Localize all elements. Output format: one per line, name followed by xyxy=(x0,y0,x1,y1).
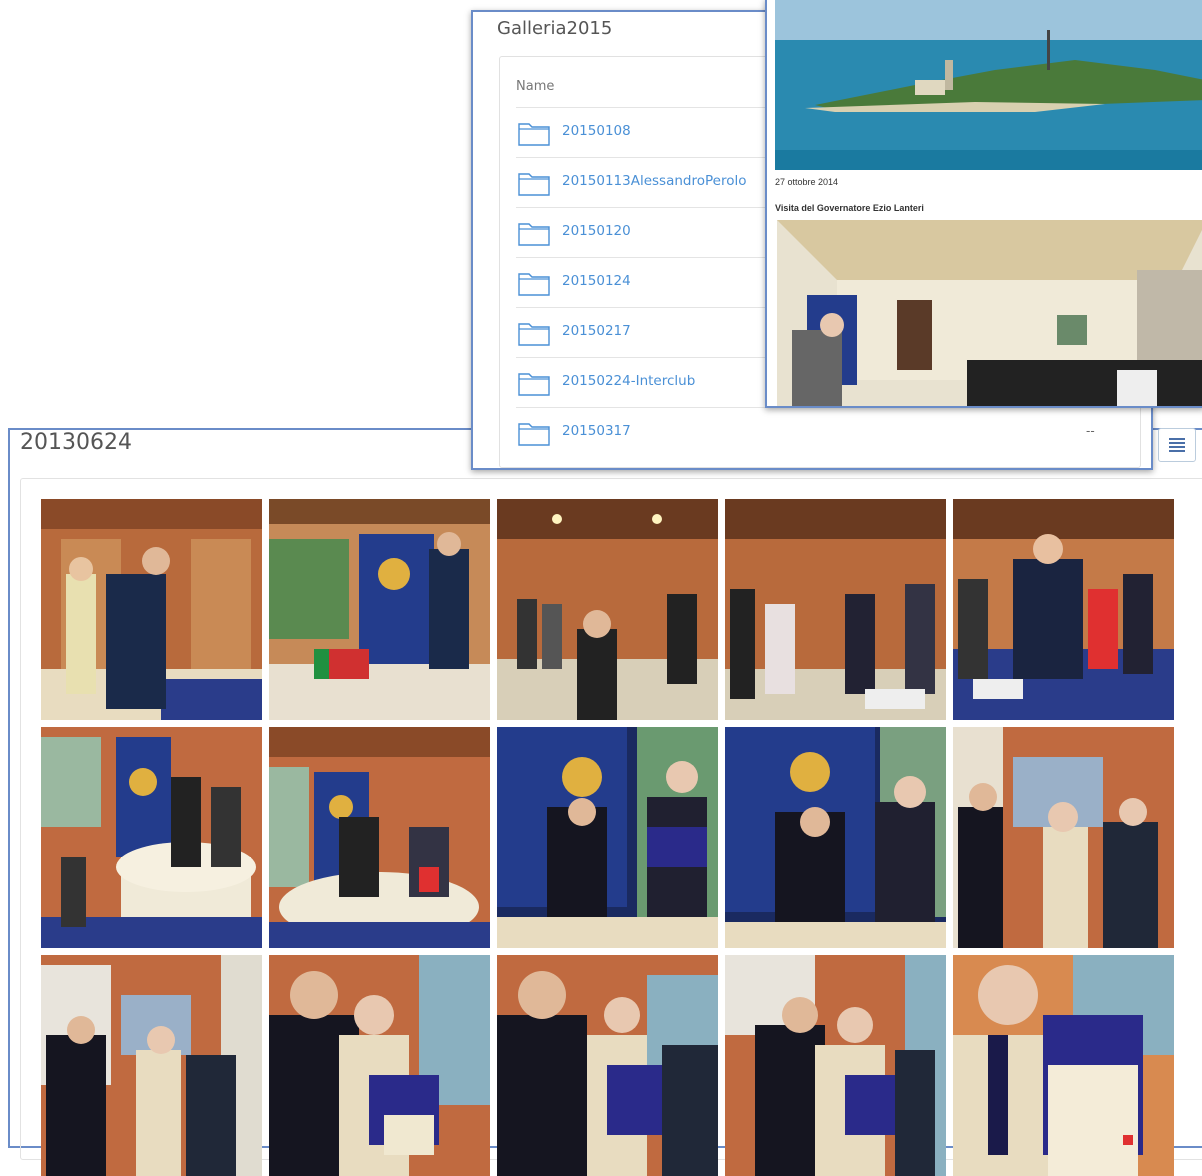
news-caption[interactable]: Visita del Governatore Ezio Lanteri xyxy=(775,203,924,213)
news-popup: 27 ottobre 2014 Visita del Governatore E… xyxy=(765,0,1202,408)
gallery-title: 20130624 xyxy=(20,430,132,455)
folder-icon xyxy=(518,423,550,446)
folder-icon xyxy=(518,223,550,246)
photo-image xyxy=(497,727,718,948)
gallery-photo[interactable] xyxy=(953,727,1174,948)
photo-image xyxy=(41,727,262,948)
gallery-photo[interactable] xyxy=(953,499,1174,720)
photo-image xyxy=(725,499,946,720)
gallery-photo[interactable] xyxy=(269,499,490,720)
folder-icon xyxy=(518,123,550,146)
gallery-photo[interactable] xyxy=(953,955,1174,1176)
news-date: 27 ottobre 2014 xyxy=(775,177,839,187)
folder-size: -- xyxy=(1086,423,1095,438)
gallery-photo[interactable] xyxy=(269,727,490,948)
photo-image xyxy=(497,955,718,1176)
folder-row[interactable]: 20150317 -- xyxy=(516,407,1136,458)
gallery-photo[interactable] xyxy=(41,499,262,720)
news-photo[interactable] xyxy=(777,220,1202,408)
photo-image xyxy=(953,499,1174,720)
folder-icon xyxy=(518,373,550,396)
folder-name-link[interactable]: 20150217 xyxy=(562,323,631,339)
gallery-photo[interactable] xyxy=(725,499,946,720)
folder-icon xyxy=(518,173,550,196)
gallery-photo[interactable] xyxy=(725,727,946,948)
column-header-name[interactable]: Name xyxy=(516,79,554,94)
list-view-icon xyxy=(1169,438,1185,452)
folder-name-link[interactable]: 20150317 xyxy=(562,423,631,439)
photo-image xyxy=(269,727,490,948)
gallery-photo[interactable] xyxy=(269,955,490,1176)
photo-image xyxy=(269,499,490,720)
list-view-button[interactable] xyxy=(1158,428,1196,462)
gallery-photo[interactable] xyxy=(497,727,718,948)
gallery-photo[interactable] xyxy=(725,955,946,1176)
folder-name-link[interactable]: 20150113AlessandroPerolo xyxy=(562,173,746,189)
folder-browser-title: Galleria2015 xyxy=(497,18,613,39)
photo-image xyxy=(725,955,946,1176)
gallery-photo[interactable] xyxy=(497,955,718,1176)
folder-icon xyxy=(518,273,550,296)
folder-name-link[interactable]: 20150108 xyxy=(562,123,631,139)
photo-image xyxy=(953,727,1174,948)
photo-image xyxy=(269,955,490,1176)
folder-icon xyxy=(518,323,550,346)
folder-name-link[interactable]: 20150224-Interclub xyxy=(562,373,695,389)
photo-image xyxy=(41,955,262,1176)
photo-image xyxy=(497,499,718,720)
gallery-photo[interactable] xyxy=(497,499,718,720)
lighthouse-photo[interactable] xyxy=(775,0,1202,170)
folder-name-link[interactable]: 20150120 xyxy=(562,223,631,239)
gallery-photo[interactable] xyxy=(41,727,262,948)
folder-name-link[interactable]: 20150124 xyxy=(562,273,631,289)
photo-image xyxy=(725,727,946,948)
photo-image xyxy=(41,499,262,720)
gallery-photo[interactable] xyxy=(41,955,262,1176)
photo-image xyxy=(953,955,1174,1176)
